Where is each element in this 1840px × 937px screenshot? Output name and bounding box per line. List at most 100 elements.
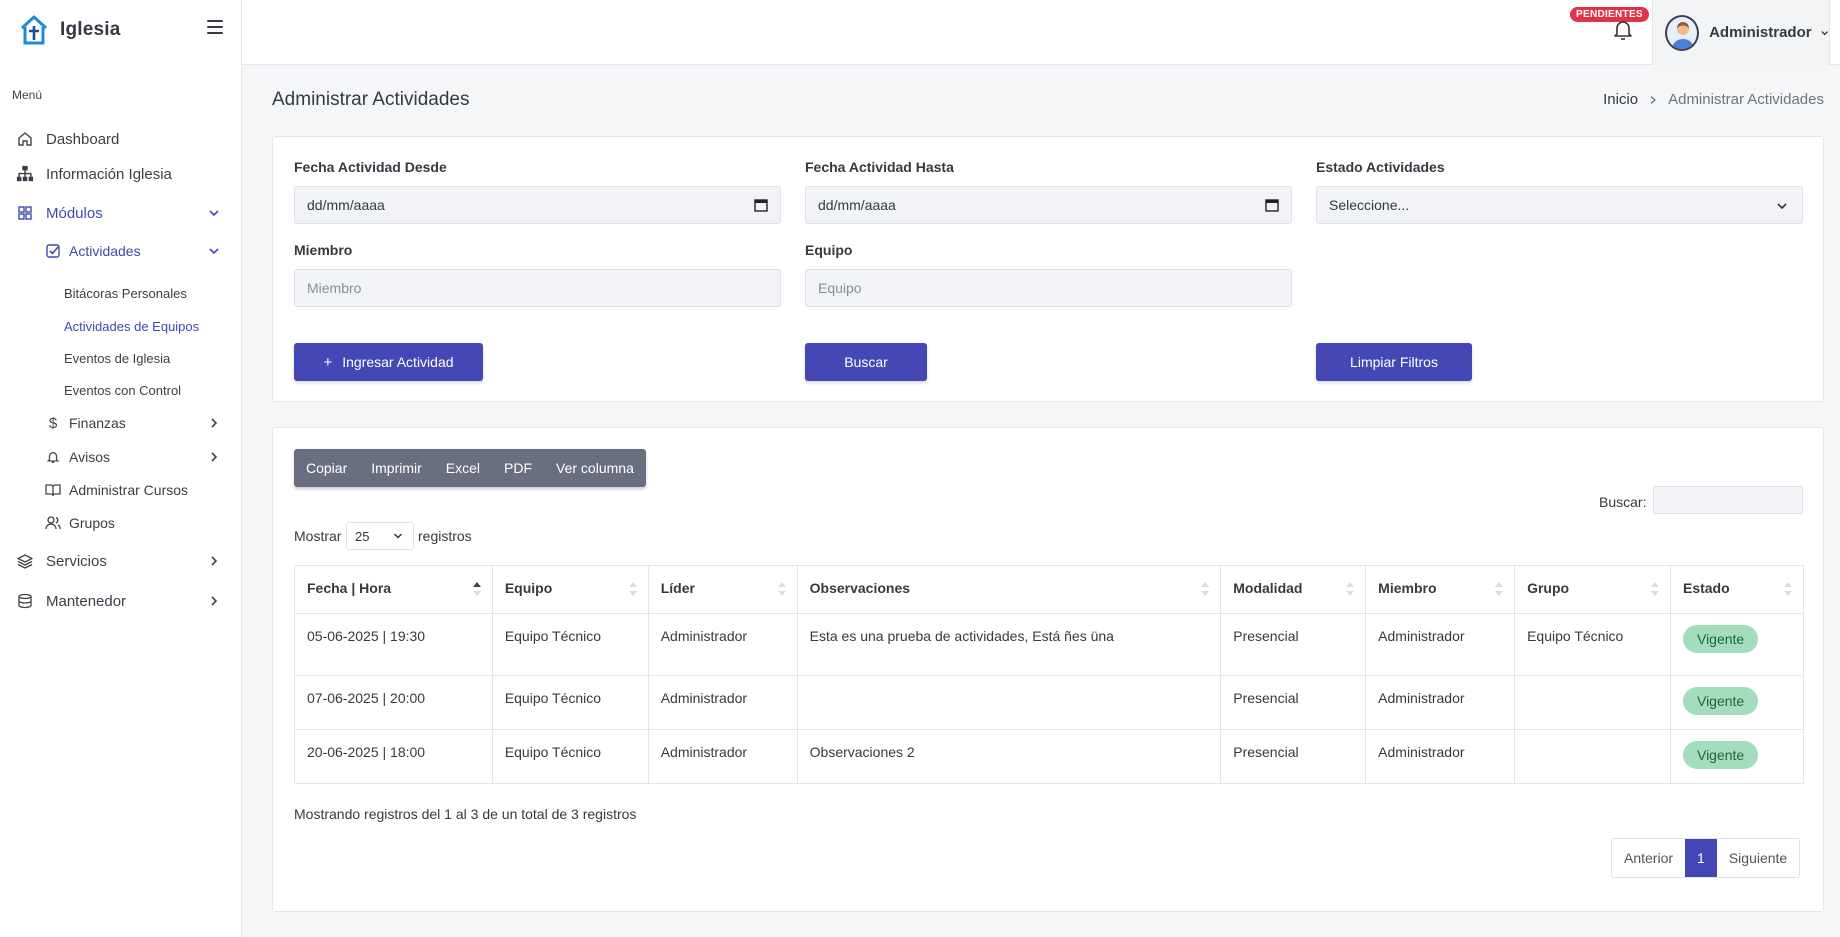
user-menu[interactable]: Administrador bbox=[1652, 0, 1830, 65]
column-header-modalidad[interactable]: Modalidad bbox=[1220, 565, 1367, 614]
buscar-button[interactable]: Buscar bbox=[805, 343, 927, 381]
sidebar-item-servicios[interactable]: Servicios bbox=[0, 546, 242, 576]
sidebar-item-grupos[interactable]: Grupos bbox=[0, 508, 242, 538]
miembro-input[interactable]: Miembro bbox=[294, 269, 781, 307]
chevron-down-icon bbox=[209, 210, 219, 217]
breadcrumb: Inicio Administrar Actividades bbox=[1603, 91, 1824, 108]
sidebar-item-avisos[interactable]: Avisos bbox=[0, 442, 242, 472]
cell-lider: Administrador bbox=[647, 729, 798, 784]
sidebar-item-actividades[interactable]: Actividades bbox=[0, 236, 242, 266]
table-row[interactable]: 05-06-2025 | 19:30 Equipo Técnico Admini… bbox=[294, 613, 1805, 676]
table-row[interactable]: 20-06-2025 | 18:00 Equipo Técnico Admini… bbox=[294, 729, 1805, 784]
sidebar-item-label: Grupos bbox=[69, 515, 115, 531]
notification-bell-icon[interactable] bbox=[1612, 18, 1634, 42]
cell-modalidad: Presencial bbox=[1220, 729, 1367, 784]
fecha-hasta-input[interactable]: dd/mm/aaaa bbox=[805, 186, 1292, 224]
notification-badge: PENDIENTES bbox=[1570, 7, 1649, 22]
chevron-right-icon bbox=[211, 452, 218, 462]
buscar-label: Buscar bbox=[844, 354, 888, 370]
equipo-input[interactable]: Equipo bbox=[805, 269, 1292, 307]
checkbox-icon bbox=[45, 243, 61, 259]
column-header-label: Líder bbox=[660, 580, 695, 596]
chevron-down-icon bbox=[393, 533, 403, 539]
sidebar-item-label: Avisos bbox=[69, 449, 110, 465]
ingresar-actividad-button[interactable]: + Ingresar Actividad bbox=[294, 343, 483, 381]
cell-estado: Vigente bbox=[1669, 729, 1805, 784]
sidebar-item-dashboard[interactable]: Dashboard bbox=[0, 124, 242, 154]
cell-fecha: 07-06-2025 | 20:00 bbox=[294, 675, 493, 730]
cell-equipo: Equipo Técnico bbox=[491, 613, 649, 676]
column-header-miembro[interactable]: Miembro bbox=[1365, 565, 1516, 614]
cell-modalidad: Presencial bbox=[1220, 675, 1367, 730]
sidebar: Iglesia Menú Dashboard Información Igles… bbox=[0, 0, 242, 937]
page-1-button[interactable]: 1 bbox=[1685, 839, 1717, 877]
calendar-icon[interactable] bbox=[1265, 198, 1279, 212]
table-card: Copiar Imprimir Excel PDF Ver columna Bu… bbox=[272, 427, 1824, 912]
column-visibility-button[interactable]: Ver columna bbox=[544, 449, 646, 487]
sidebar-item-label: Bitácoras Personales bbox=[64, 285, 187, 301]
sidebar-item-label: Dashboard bbox=[46, 130, 120, 148]
sidebar-item-eventos-de-iglesia[interactable]: Eventos de Iglesia bbox=[0, 343, 242, 373]
sidebar-item-label: Actividades bbox=[69, 243, 141, 259]
cell-grupo bbox=[1514, 675, 1671, 730]
status-badge: Vigente bbox=[1682, 625, 1759, 653]
sort-icon bbox=[1495, 582, 1504, 596]
limpiar-filtros-button[interactable]: Limpiar Filtros bbox=[1316, 343, 1472, 381]
bell-icon bbox=[45, 449, 61, 465]
breadcrumb-home[interactable]: Inicio bbox=[1603, 91, 1638, 108]
book-icon bbox=[45, 482, 61, 498]
cell-fecha: 05-06-2025 | 19:30 bbox=[294, 613, 493, 676]
table-row[interactable]: 07-06-2025 | 20:00 Equipo Técnico Admini… bbox=[294, 675, 1805, 730]
limpiar-filtros-label: Limpiar Filtros bbox=[1350, 354, 1438, 370]
filters-card: Fecha Actividad Desde dd/mm/aaaa Fecha A… bbox=[272, 136, 1824, 402]
sidebar-item-bitacoras-personales[interactable]: Bitácoras Personales bbox=[0, 278, 242, 308]
column-header-observaciones[interactable]: Observaciones bbox=[796, 565, 1222, 614]
column-header-fecha[interactable]: Fecha | Hora bbox=[294, 565, 493, 614]
excel-button[interactable]: Excel bbox=[434, 449, 492, 487]
sidebar-item-finanzas[interactable]: $ Finanzas bbox=[0, 408, 242, 438]
sidebar-item-mantenedor[interactable]: Mantenedor bbox=[0, 586, 242, 616]
sidebar-item-eventos-con-control[interactable]: Eventos con Control bbox=[0, 375, 242, 405]
column-header-grupo[interactable]: Grupo bbox=[1514, 565, 1671, 614]
sidebar-item-actividades-de-equipos[interactable]: Actividades de Equipos bbox=[0, 311, 242, 341]
page-length-value: 25 bbox=[355, 528, 370, 544]
print-button[interactable]: Imprimir bbox=[359, 449, 434, 487]
sidebar-item-administrar-cursos[interactable]: Administrar Cursos bbox=[0, 475, 242, 505]
sidebar-item-label: Mantenedor bbox=[46, 592, 127, 610]
grid-icon bbox=[16, 204, 34, 222]
page-length-select[interactable]: 25 bbox=[346, 522, 414, 550]
cell-grupo: Equipo Técnico bbox=[1514, 613, 1671, 676]
fecha-desde-input[interactable]: dd/mm/aaaa bbox=[294, 186, 781, 224]
calendar-icon[interactable] bbox=[754, 198, 768, 212]
next-page-button[interactable]: Siguiente bbox=[1716, 839, 1800, 877]
sort-icon bbox=[777, 582, 786, 596]
page-title: Administrar Actividades bbox=[272, 89, 470, 110]
chevron-right-icon bbox=[1650, 95, 1657, 104]
column-header-equipo[interactable]: Equipo bbox=[491, 565, 649, 614]
cell-estado: Vigente bbox=[1669, 675, 1805, 730]
church-logo-icon bbox=[20, 15, 48, 45]
miembro-label: Miembro bbox=[294, 242, 353, 258]
chevron-right-icon bbox=[211, 596, 218, 606]
fecha-hasta-label: Fecha Actividad Hasta bbox=[805, 159, 954, 175]
sort-icon bbox=[1784, 582, 1792, 596]
sidebar-item-informacion-iglesia[interactable]: Información Iglesia bbox=[0, 159, 242, 189]
cell-miembro: Administrador bbox=[1365, 675, 1516, 730]
menu-toggle-icon[interactable] bbox=[207, 20, 223, 34]
column-header-label: Fecha | Hora bbox=[307, 580, 392, 596]
estado-select[interactable]: Seleccione... bbox=[1316, 186, 1803, 224]
plus-icon: + bbox=[323, 353, 333, 371]
column-header-estado[interactable]: Estado bbox=[1669, 565, 1805, 614]
cell-fecha: 20-06-2025 | 18:00 bbox=[294, 729, 493, 784]
column-header-label: Grupo bbox=[1527, 580, 1570, 596]
breadcrumb-current: Administrar Actividades bbox=[1668, 91, 1824, 108]
cell-equipo: Equipo Técnico bbox=[491, 675, 649, 730]
pdf-button[interactable]: PDF bbox=[492, 449, 544, 487]
sidebar-item-modulos[interactable]: Módulos bbox=[0, 198, 242, 228]
activities-table: Fecha | Hora Equipo Líder Observaciones … bbox=[294, 565, 1805, 784]
copy-button[interactable]: Copiar bbox=[294, 449, 359, 487]
column-header-lider[interactable]: Líder bbox=[647, 565, 798, 614]
prev-page-button[interactable]: Anterior bbox=[1612, 839, 1686, 877]
cell-miembro: Administrador bbox=[1365, 729, 1516, 784]
search-input[interactable] bbox=[1653, 486, 1803, 514]
